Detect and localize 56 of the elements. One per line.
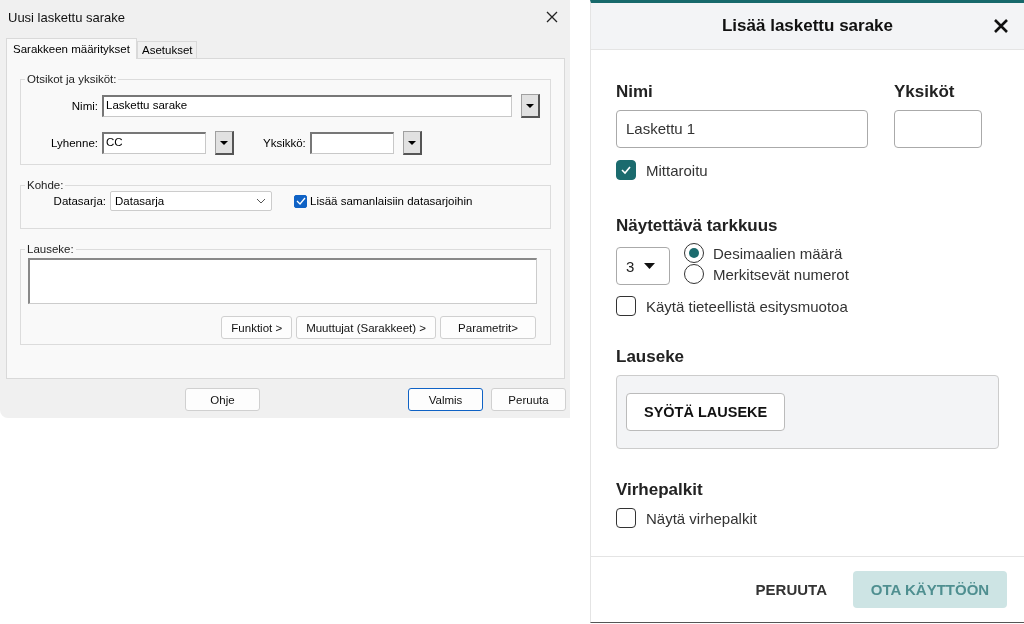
checkbox-label: Mittaroitu bbox=[646, 161, 708, 179]
section-heading: Näytettävä tarkkuus bbox=[616, 216, 778, 236]
caret-down-icon bbox=[644, 263, 656, 269]
group-label: Otsikot ja yksiköt: bbox=[26, 73, 118, 85]
field-label: Yksikkö: bbox=[263, 137, 306, 149]
checkbox[interactable] bbox=[616, 508, 636, 528]
menu-button[interactable]: Muuttujat (Sarakkeet) > bbox=[296, 316, 436, 339]
chevron-down-icon bbox=[256, 198, 266, 204]
input-field[interactable]: CC bbox=[102, 132, 206, 154]
close-icon[interactable] bbox=[993, 18, 1009, 34]
field-label: Yksiköt bbox=[894, 82, 956, 102]
caret-down-icon bbox=[220, 140, 228, 145]
close-icon[interactable] bbox=[546, 11, 558, 23]
tab[interactable]: Asetukset bbox=[136, 41, 198, 58]
input-field[interactable] bbox=[309, 132, 394, 154]
radio-label: Desimaalien määrä bbox=[713, 244, 843, 262]
caret-down-icon bbox=[407, 140, 416, 145]
tab[interactable]: Sarakkeen määritykset bbox=[6, 38, 137, 59]
menu-button[interactable]: Funktiot > bbox=[221, 316, 293, 339]
check-icon bbox=[295, 197, 306, 205]
input-field[interactable]: Laskettu sarake bbox=[102, 95, 512, 117]
radio-button[interactable] bbox=[684, 264, 704, 284]
window-title: Uusi laskettu sarake bbox=[8, 9, 126, 25]
group-label: Lauseke: bbox=[26, 243, 75, 255]
dialog-button[interactable]: Valmis bbox=[408, 388, 483, 411]
dropdown[interactable]: 3 bbox=[616, 247, 670, 285]
caret-down-icon bbox=[526, 103, 534, 108]
checkbox[interactable] bbox=[294, 194, 307, 208]
checkbox[interactable] bbox=[616, 160, 636, 180]
cancel-button[interactable]: PERUUTA bbox=[743, 572, 839, 606]
dialog-title: Lisää laskettu sarake bbox=[721, 16, 894, 36]
section-heading: Lauseke bbox=[616, 347, 685, 367]
input-field[interactable] bbox=[894, 110, 982, 148]
section-heading: Virhepalkit bbox=[616, 480, 703, 500]
dialog-button[interactable]: Peruuta bbox=[491, 388, 566, 411]
radio-button[interactable] bbox=[684, 243, 704, 263]
checkbox-label: Lisää samanlaisiin datasarjoihin bbox=[310, 195, 473, 207]
checkbox-label: Käytä tieteellistä esitysmuotoa bbox=[646, 297, 848, 315]
enter-expression-button[interactable]: SYÖTÄ LAUSEKE bbox=[626, 393, 786, 431]
text-area[interactable] bbox=[28, 258, 537, 304]
dialog-button[interactable]: Ohje bbox=[185, 388, 260, 411]
field-label: Lyhenne: bbox=[50, 137, 98, 149]
input-field[interactable]: Laskettu 1 bbox=[616, 110, 868, 148]
checkbox-label: Näytä virhepalkit bbox=[646, 509, 757, 527]
menu-button[interactable]: Parametrit> bbox=[440, 316, 536, 339]
field-label: Nimi bbox=[616, 82, 654, 102]
group-label: Kohde: bbox=[26, 179, 65, 191]
check-icon bbox=[620, 165, 632, 175]
field-label: Nimi: bbox=[70, 100, 98, 112]
dropdown-button[interactable] bbox=[402, 131, 422, 155]
dropdown-button[interactable] bbox=[521, 94, 540, 118]
field-label: Datasarja: bbox=[52, 195, 106, 207]
dropdown-button[interactable] bbox=[215, 131, 234, 155]
checkbox[interactable] bbox=[616, 296, 636, 316]
dropdown[interactable]: Datasarja bbox=[110, 191, 272, 211]
radio-label: Merkitsevät numerot bbox=[713, 265, 849, 283]
